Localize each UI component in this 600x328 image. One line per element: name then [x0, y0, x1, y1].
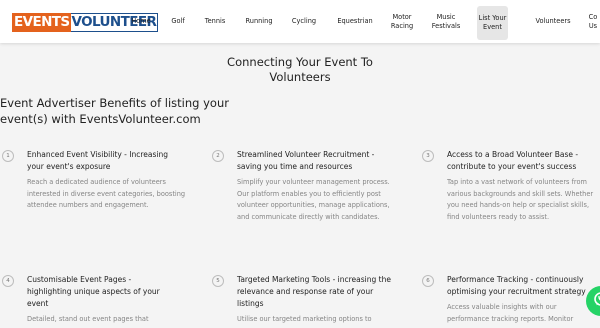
benefit-number: 3 [422, 150, 434, 162]
nav-list-your-event[interactable]: List Your Event [477, 6, 508, 40]
nav-equestrian[interactable]: Equestrian [334, 0, 376, 43]
benefit-description: Tap into a vast network of volunteers fr… [447, 178, 594, 221]
benefit-number: 6 [422, 275, 434, 287]
benefit-title: Targeted Marketing Tools - increasing th… [237, 275, 391, 308]
nav-volunteers[interactable]: Volunteers [532, 0, 574, 43]
nav-tennis[interactable]: Tennis [201, 0, 229, 43]
nav-golf[interactable]: Golf [166, 0, 190, 43]
site-header: EVENTS VOLUNTEER Home Golf Tennis Runnin… [0, 0, 600, 43]
nav-home[interactable]: Home [128, 0, 154, 43]
whatsapp-icon [593, 291, 600, 311]
nav-contact-us[interactable]: Co Us [586, 0, 600, 43]
benefit-description: Utilise our targeted marketing options t… [237, 315, 372, 323]
logo-part-events: EVENTS [12, 13, 71, 32]
nav-motor-racing[interactable]: Motor Racing [386, 0, 418, 43]
benefit-number: 1 [2, 150, 14, 162]
benefit-title: Streamlined Volunteer Recruitment - savi… [237, 150, 375, 171]
benefit-title: Customisable Event Pages - highlighting … [27, 275, 160, 308]
benefit-number: 2 [212, 150, 224, 162]
benefit-number: 4 [2, 275, 14, 287]
benefit-title: Enhanced Event Visibility - Increasing y… [27, 150, 168, 171]
benefit-title: Performance Tracking - continuously opti… [447, 275, 586, 296]
benefit-description: Detailed, stand out event pages that [27, 315, 149, 323]
nav-cycling[interactable]: Cycling [288, 0, 320, 43]
benefit-description: Reach a dedicated audience of volunteers… [27, 178, 186, 209]
section-title: Event Advertiser Benefits of listing you… [0, 96, 229, 126]
benefit-number: 5 [212, 275, 224, 287]
nav-running[interactable]: Running [242, 0, 276, 43]
benefit-description: Simplify your volunteer management proce… [237, 178, 390, 221]
intro-heading: Connecting Your Event To Volunteers [227, 55, 373, 84]
benefit-description: Access valuable insights with our perfor… [447, 303, 574, 323]
nav-music-festivals[interactable]: Music Festivals [428, 0, 464, 43]
benefit-title: Access to a Broad Volunteer Base - contr… [447, 150, 579, 171]
